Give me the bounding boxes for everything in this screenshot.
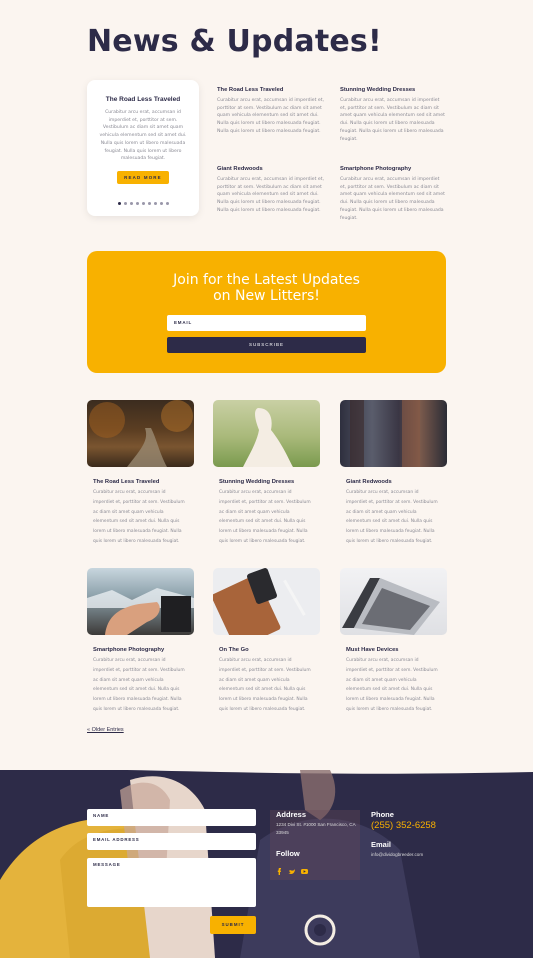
slider-dot[interactable] [117, 202, 121, 205]
follow-heading: Follow [276, 849, 300, 858]
card-title[interactable]: The Road Less Traveled [93, 479, 188, 485]
post-excerpt: Curabitur arcu erat, accumsan id imperdi… [217, 177, 324, 213]
card-title[interactable]: Giant Redwoods [346, 479, 441, 485]
slider-dot[interactable] [147, 202, 151, 205]
slider-dot[interactable] [135, 202, 139, 205]
card-excerpt: Curabitur arcu erat, accumsan id imperdi… [346, 658, 438, 712]
post-excerpt: Curabitur arcu erat, accumsan id imperdi… [217, 98, 324, 134]
newsletter-email-input[interactable]: EMAIL [167, 315, 366, 331]
youtube-icon[interactable] [301, 869, 308, 874]
card-excerpt: Curabitur arcu erat, accumsan id imperdi… [93, 490, 185, 544]
post-item: The Road Less Traveled Curabitur arcu er… [217, 87, 325, 136]
page-title: News & Updates! [87, 24, 382, 59]
slider-dot[interactable] [123, 202, 127, 205]
slider-dot[interactable] [129, 202, 133, 205]
social-icons [276, 862, 316, 880]
footer: NAME EMAIL ADDRESS MESSAGE Address 1234 … [0, 770, 533, 958]
footer-name-input[interactable]: NAME [87, 809, 256, 826]
card-title[interactable]: Must Have Devices [346, 647, 441, 653]
post-excerpt: Curabitur arcu erat, accumsan id imperdi… [340, 98, 445, 142]
newsletter-heading-line: on New Litters! [213, 288, 320, 304]
card-excerpt: Curabitur arcu erat, accumsan id imperdi… [346, 490, 438, 544]
card-excerpt: Curabitur arcu erat, accumsan id imperdi… [219, 658, 311, 712]
tablet-photo[interactable] [213, 568, 320, 635]
email-address[interactable]: info@dividogbreeder.com [371, 851, 423, 859]
footer-email-input[interactable]: EMAIL ADDRESS [87, 833, 256, 850]
address-heading: Address [276, 810, 307, 819]
footer-submit-button[interactable]: SUBMIT [210, 916, 256, 934]
slider-excerpt: Curabitur arcu erat, accumsan id imperdi… [99, 110, 187, 162]
subscribe-button[interactable]: SUBSCRIBE [167, 337, 366, 353]
card-excerpt: Curabitur arcu erat, accumsan id imperdi… [93, 658, 185, 712]
card-excerpt: Curabitur arcu erat, accumsan id imperdi… [219, 490, 311, 544]
footer-dog-illustration [0, 770, 533, 958]
older-entries-link[interactable]: « Older Entries [87, 727, 124, 733]
laptop-photo[interactable] [340, 568, 447, 635]
post-item: Smartphone Photography Curabitur arcu er… [340, 166, 446, 222]
card-title[interactable]: On The Go [219, 647, 314, 653]
newsletter-heading: Join for the Latest Updates on New Litte… [87, 272, 446, 304]
blog-card: Smartphone Photography Curabitur arcu er… [87, 568, 194, 715]
blog-card: The Road Less Traveled Curabitur arcu er… [87, 400, 194, 547]
featured-post-slider: The Road Less Traveled Curabitur arcu er… [87, 80, 199, 216]
blog-card: Must Have Devices Curabitur arcu erat, a… [340, 568, 447, 715]
post-item: Stunning Wedding Dresses Curabitur arcu … [340, 87, 446, 143]
slider-dot[interactable] [141, 202, 145, 205]
post-title[interactable]: Smartphone Photography [340, 166, 446, 172]
facebook-icon[interactable] [277, 868, 281, 875]
email-heading: Email [371, 840, 392, 849]
slider-dot[interactable] [165, 202, 169, 205]
post-excerpt: Curabitur arcu erat, accumsan id imperdi… [340, 177, 445, 221]
slider-dot[interactable] [159, 202, 163, 205]
card-title[interactable]: Stunning Wedding Dresses [219, 479, 314, 485]
blog-card: Stunning Wedding Dresses Curabitur arcu … [213, 400, 320, 547]
phone-heading: Phone [371, 810, 394, 819]
slider-title[interactable]: The Road Less Traveled [93, 96, 193, 103]
road-photo[interactable] [87, 400, 194, 467]
address-text: 1234 Divi St. #1000 San Francisco, CA 33… [276, 822, 356, 835]
phone-number[interactable]: (255) 352-6258 [371, 820, 436, 831]
post-title[interactable]: The Road Less Traveled [217, 87, 325, 93]
twitter-icon[interactable] [288, 869, 296, 874]
read-more-button[interactable]: READ MORE [117, 170, 169, 184]
smartphone-photo[interactable] [87, 568, 194, 635]
post-title[interactable]: Giant Redwoods [217, 166, 325, 172]
slider-dots [87, 202, 199, 205]
post-item: Giant Redwoods Curabitur arcu erat, accu… [217, 166, 325, 215]
newsletter-signup: Join for the Latest Updates on New Litte… [87, 251, 446, 373]
post-title[interactable]: Stunning Wedding Dresses [340, 87, 446, 93]
slider-dot[interactable] [153, 202, 157, 205]
redwoods-photo[interactable] [340, 400, 447, 467]
footer-message-textarea[interactable]: MESSAGE [87, 858, 256, 907]
blog-card: Giant Redwoods Curabitur arcu erat, accu… [340, 400, 447, 547]
card-title[interactable]: Smartphone Photography [93, 647, 188, 653]
newsletter-heading-line: Join for the Latest Updates [173, 272, 360, 288]
blog-card: On The Go Curabitur arcu erat, accumsan … [213, 568, 320, 715]
wedding-dress-photo[interactable] [213, 400, 320, 467]
